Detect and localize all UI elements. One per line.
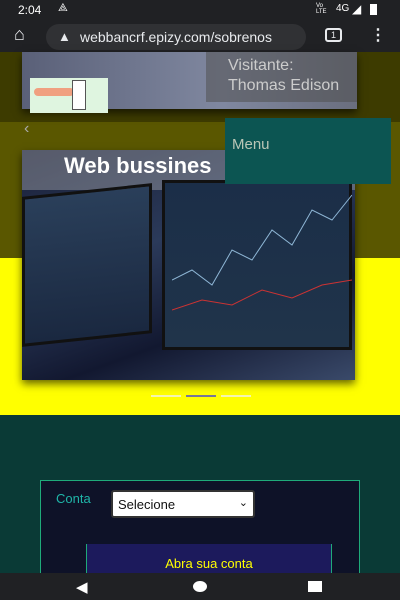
url-text: webbancrf.epizy.com/sobrenos: [80, 29, 272, 45]
select-value: Selecione: [118, 497, 176, 512]
home-icon[interactable]: ⌂: [14, 24, 25, 45]
carousel-indicator-1[interactable]: [151, 395, 181, 397]
tab-switcher[interactable]: 1: [325, 28, 342, 42]
carousel-indicator-3[interactable]: [221, 395, 251, 397]
recents-icon[interactable]: [308, 581, 322, 592]
address-bar[interactable]: ▲ webbancrf.epizy.com/sobrenos: [46, 24, 306, 50]
visitor-name: Thomas Edison: [228, 77, 340, 94]
menu-button[interactable]: Menu: [225, 118, 391, 184]
visitor-panel: Visitante: Thomas Edison: [206, 52, 357, 102]
clock: 2:04: [18, 3, 42, 17]
conta-select[interactable]: Selecione ⌄: [111, 490, 255, 518]
account-form: Conta Selecione ⌄ Abra sua conta: [40, 480, 360, 584]
sync-icon: ⟁: [58, 2, 68, 14]
conta-label: Conta: [56, 491, 91, 506]
carousel-slide[interactable]: Web bussines: [22, 150, 355, 380]
android-nav-bar: ◀: [0, 573, 400, 600]
more-icon[interactable]: ⋮: [370, 25, 386, 45]
signal-icon: ◢: [352, 2, 362, 16]
logo-image: [30, 78, 108, 113]
stock-chart-graphic: [172, 194, 352, 311]
home-nav-icon[interactable]: [193, 581, 207, 592]
network-type: 4G: [336, 3, 350, 14]
visitor-label: Visitante:: [228, 57, 294, 74]
carousel-title: Web bussines: [64, 153, 212, 178]
browser-toolbar: ⌂ ▲ webbancrf.epizy.com/sobrenos 1 ⋮: [0, 20, 400, 52]
carousel-indicator-2[interactable]: [186, 395, 216, 397]
chevron-down-icon: ⌄: [238, 497, 248, 509]
chevron-left-icon[interactable]: ‹: [24, 120, 29, 138]
warning-icon[interactable]: ▲: [58, 24, 71, 50]
menu-label: Menu: [232, 136, 270, 153]
back-icon[interactable]: ◀: [76, 578, 88, 596]
status-bar: 2:04 ⟁ Vo LTE 4G ◢: [0, 0, 400, 20]
volte-icon: Vo LTE: [316, 3, 327, 15]
battery-icon: [370, 4, 377, 15]
